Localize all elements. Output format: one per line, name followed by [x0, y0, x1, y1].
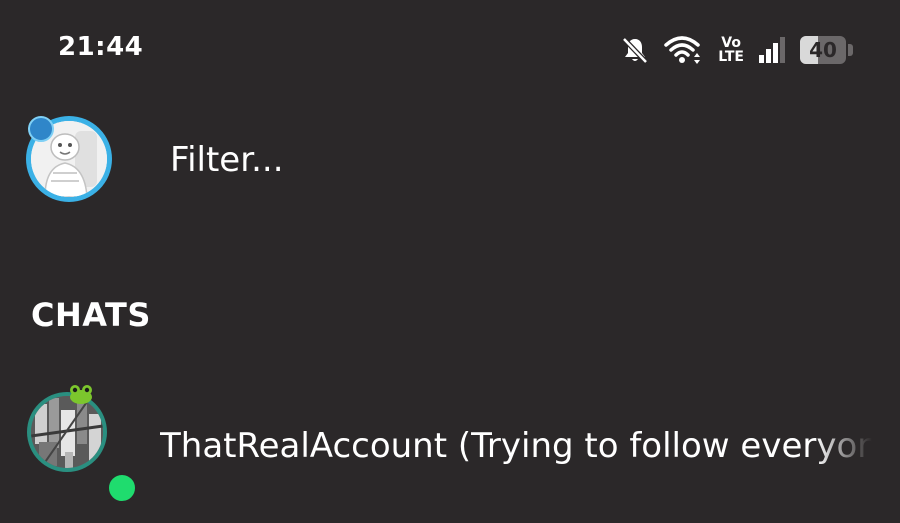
- wifi-icon: [664, 35, 704, 65]
- online-status-dot: [106, 472, 138, 504]
- battery-tip: [848, 44, 853, 56]
- chat-name: ThatRealAccount (Trying to follow everyo…: [160, 426, 872, 466]
- status-bar: 21:44 Vo LTE 40: [0, 0, 900, 100]
- chat-avatar-image: [31, 396, 103, 468]
- battery-body: 40: [800, 36, 846, 64]
- profile-badge-icon: [28, 116, 54, 142]
- filter-input[interactable]: [170, 138, 770, 182]
- battery-level: 40: [809, 38, 837, 62]
- filter-row: [0, 108, 900, 208]
- chat-list-screen: 21:44 Vo LTE 40 Filter... CHATS ThatReal…: [0, 0, 900, 523]
- signal-icon: [758, 36, 786, 64]
- volte-icon: Vo LTE: [718, 36, 744, 64]
- chat-list-item[interactable]: ThatRealAccount (Trying to follow everyo…: [0, 380, 900, 510]
- status-time: 21:44: [58, 32, 144, 62]
- chats-section-title: CHATS: [31, 296, 151, 334]
- status-icons: Vo LTE 40: [620, 30, 854, 70]
- notifications-muted-icon: [620, 35, 650, 65]
- volte-top-label: Vo: [721, 35, 741, 51]
- frog-badge-icon: [68, 384, 94, 404]
- volte-bottom-label: LTE: [718, 49, 744, 65]
- battery-icon: 40: [800, 36, 854, 64]
- profile-avatar[interactable]: [26, 116, 112, 202]
- chat-avatar[interactable]: [27, 392, 107, 472]
